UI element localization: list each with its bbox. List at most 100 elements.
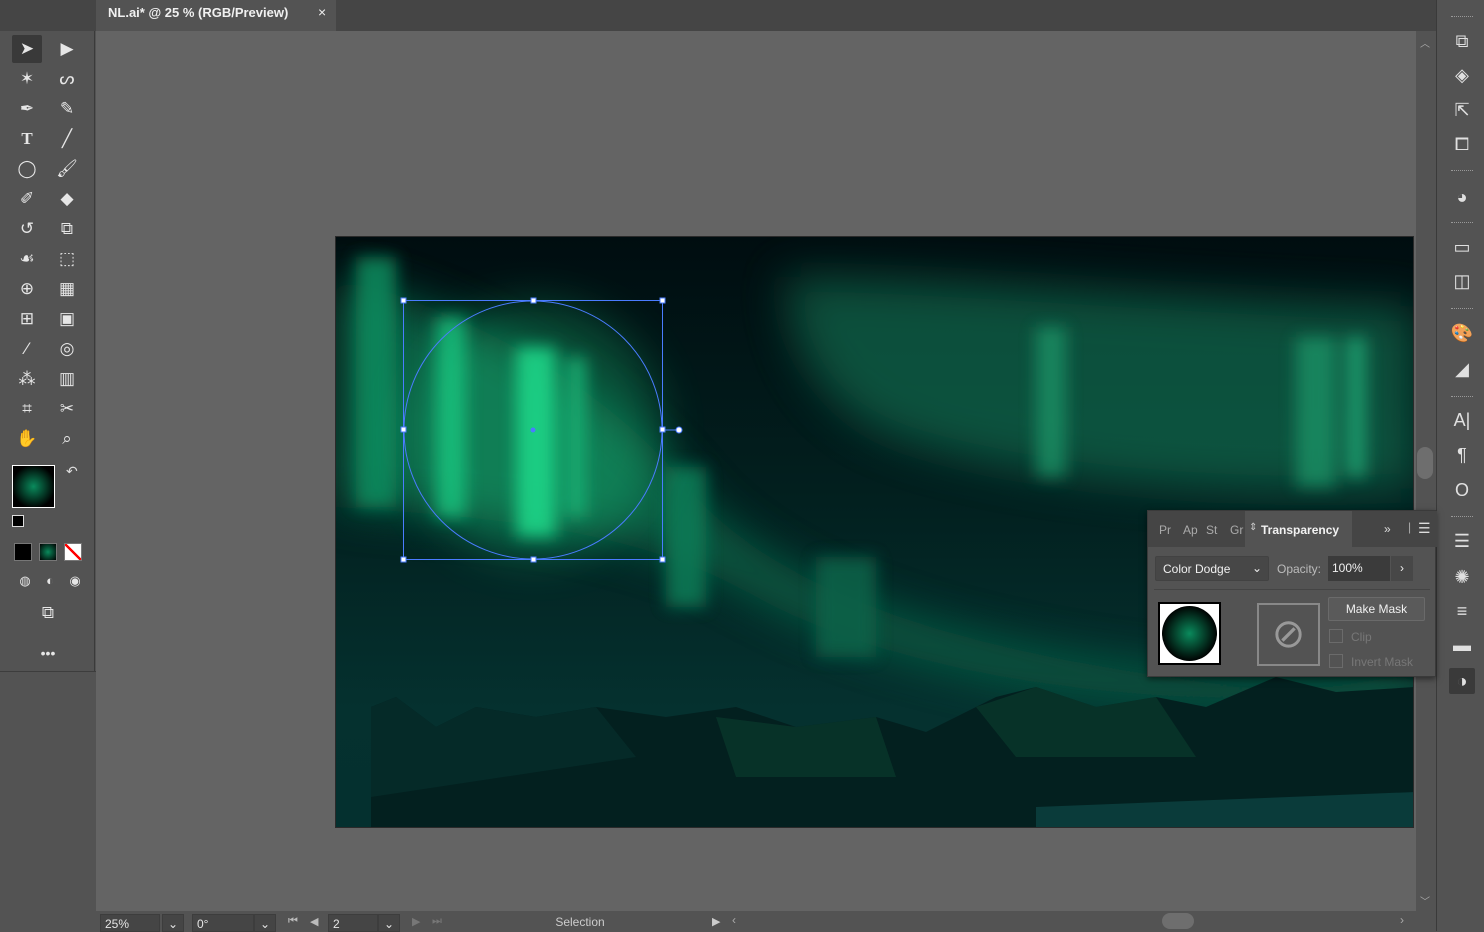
zoom-tool-icon[interactable]: ⌕ — [52, 425, 82, 453]
comments-panel-icon[interactable]: ▭ — [1449, 234, 1475, 260]
line-tool-icon[interactable]: ╱ — [52, 125, 82, 153]
scroll-up-icon[interactable]: ︿ — [1420, 35, 1430, 50]
vertical-scrollbar[interactable]: ︿ ﹀ — [1416, 31, 1435, 911]
slice-tool-icon[interactable]: ✂ — [52, 395, 82, 423]
updown-icon: ⇕ — [1249, 522, 1258, 533]
opacity-value: 100% — [1332, 561, 1363, 575]
paragraph-panel-icon[interactable]: ¶ — [1449, 442, 1475, 468]
gradient-panel-icon[interactable]: ◢ — [1449, 356, 1475, 382]
opacity-input[interactable]: 100% — [1328, 556, 1390, 581]
gradient-tool-icon[interactable]: ▣ — [52, 305, 82, 333]
scale-tool-icon[interactable]: ⧉ — [52, 215, 82, 243]
opentype-panel-icon[interactable]: O — [1449, 477, 1475, 503]
horizontal-scrollbar-thumb[interactable] — [1162, 913, 1194, 929]
scroll-left-icon[interactable]: ‹ — [732, 913, 736, 927]
rotation-dropdown[interactable]: ⌄ — [254, 914, 276, 932]
clip-label: Clip — [1351, 630, 1372, 644]
divider: | — [1408, 520, 1412, 534]
shaper-tool-icon[interactable]: ✐ — [12, 185, 42, 213]
hand-tool-icon[interactable]: ✋ — [12, 425, 42, 453]
none-mode-icon[interactable] — [64, 543, 82, 561]
layers-panel-icon[interactable]: ◈ — [1449, 62, 1475, 88]
stroke-panel-icon[interactable]: ≡ — [1449, 598, 1475, 624]
color-mode-icon[interactable] — [14, 543, 32, 561]
swap-fill-stroke-icon[interactable]: ↶ — [66, 463, 78, 480]
panel-dock: ⧉ ◈ ⇱ ⧠ ◕ ▭ ◫ 🎨 ◢ A| ¶ O ☰ ✺ ≡ ▬ ◑ — [1436, 0, 1484, 931]
make-mask-button[interactable]: Make Mask — [1328, 597, 1425, 621]
eraser-tool-icon[interactable]: ◆ — [52, 185, 82, 213]
blend-mode-value: Color Dodge — [1163, 562, 1231, 576]
ellipse-tool-icon[interactable]: ◯ — [12, 155, 42, 183]
clip-checkbox[interactable] — [1329, 629, 1343, 643]
gradient-swatch-panel-icon[interactable]: ▬ — [1449, 632, 1475, 658]
artboards-panel-icon[interactable]: ⧉ — [1449, 28, 1475, 54]
scrollbar-thumb[interactable] — [1417, 447, 1433, 479]
selection-tool-icon[interactable]: ➤ — [12, 35, 42, 63]
swatches-panel-icon[interactable]: 🎨 — [1449, 320, 1475, 346]
tab-stroke[interactable]: St — [1206, 523, 1217, 537]
direct-selection-tool-icon[interactable]: ▶ — [52, 35, 82, 63]
tab-properties[interactable]: Pr — [1159, 523, 1171, 537]
perspective-grid-tool-icon[interactable]: ▦ — [52, 275, 82, 303]
zoom-dropdown[interactable]: ⌄ — [162, 914, 184, 932]
color-guide-panel-icon[interactable]: ◕ — [1449, 184, 1475, 210]
mesh-tool-icon[interactable]: ⊞ — [12, 305, 42, 333]
lasso-tool-icon[interactable]: ᔕ — [52, 65, 82, 93]
last-artboard-icon[interactable]: ⏭ — [432, 915, 442, 928]
next-artboard-icon[interactable]: ▶ — [412, 915, 420, 928]
fill-swatch[interactable] — [12, 465, 55, 508]
expand-panels-icon[interactable]: » — [1384, 522, 1391, 536]
symbol-sprayer-tool-icon[interactable]: ⁂ — [12, 365, 42, 393]
warp-tool-icon[interactable]: ☙ — [12, 245, 42, 273]
scroll-down-icon[interactable]: ﹀ — [1420, 893, 1430, 908]
paintbrush-tool-icon[interactable]: 🖌 — [52, 155, 82, 183]
tab-appearance[interactable]: Ap — [1183, 523, 1198, 537]
export-panel-icon[interactable]: ⇱ — [1449, 97, 1475, 123]
object-thumbnail[interactable] — [1158, 602, 1221, 665]
opacity-slider-button[interactable]: › — [1391, 556, 1413, 581]
gradient-mode-icon[interactable] — [39, 543, 57, 561]
zoom-value: 25% — [105, 917, 130, 931]
character-panel-icon[interactable]: A| — [1449, 407, 1475, 433]
tab-gradient[interactable]: Gr — [1230, 523, 1243, 537]
free-transform-tool-icon[interactable]: ⬚ — [52, 245, 82, 273]
curvature-tool-icon[interactable]: ✎ — [52, 95, 82, 123]
artboard-dropdown[interactable]: ⌄ — [378, 914, 400, 932]
document-tab[interactable]: NL.ai* @ 25 % (RGB/Preview) — [96, 0, 336, 31]
pen-tool-icon[interactable]: ✒ — [12, 95, 42, 123]
status-menu-icon[interactable]: ▶ — [712, 915, 720, 928]
panel-menu-icon[interactable]: ☰ — [1418, 520, 1431, 537]
scroll-right-icon[interactable]: › — [1400, 913, 1404, 927]
more-tools-icon[interactable]: ••• — [33, 639, 63, 667]
previous-artboard-icon[interactable]: ◀ — [310, 915, 318, 928]
rotate-tool-icon[interactable]: ↺ — [12, 215, 42, 243]
transparency-panel: Pr Ap St Gr Transparency ⇕ » | ☰ Color D… — [1147, 510, 1437, 677]
horizontal-scrollbar[interactable]: ‹ › — [726, 911, 1416, 931]
artboard-tool-icon[interactable]: ⌗ — [12, 395, 42, 423]
screen-mode-icon[interactable]: ⧉ — [33, 599, 63, 627]
appearance-panel-icon[interactable]: ✺ — [1449, 564, 1475, 590]
shape-builder-tool-icon[interactable]: ⊕ — [12, 275, 42, 303]
properties-panel-icon[interactable]: ☰ — [1449, 528, 1475, 554]
invert-mask-checkbox[interactable] — [1329, 654, 1343, 668]
first-artboard-icon[interactable]: ⏮ — [288, 915, 298, 928]
close-tab-button[interactable]: × — [318, 4, 326, 20]
tab-transparency[interactable]: Transparency — [1245, 511, 1352, 547]
transparency-panel-icon[interactable]: ◑ — [1449, 668, 1475, 694]
default-colors-icon[interactable] — [12, 515, 24, 527]
blend-mode-dropdown[interactable]: Color Dodge ⌄ — [1155, 556, 1269, 581]
invert-mask-label: Invert Mask — [1351, 655, 1414, 669]
pathfinder-panel-icon[interactable]: ⧠ — [1449, 131, 1475, 157]
column-graph-tool-icon[interactable]: ▥ — [52, 365, 82, 393]
rotation-field[interactable]: 0° — [192, 914, 254, 932]
type-tool-icon[interactable]: T — [12, 125, 42, 153]
libraries-panel-icon[interactable]: ◫ — [1449, 268, 1475, 294]
artboard-field[interactable]: 2 — [328, 914, 378, 932]
blend-tool-icon[interactable]: ◎ — [52, 335, 82, 363]
zoom-field[interactable]: 25% — [100, 914, 160, 932]
current-tool-status[interactable]: Selection — [456, 915, 704, 929]
draw-inside-icon[interactable]: ◉ — [60, 567, 90, 595]
magic-wand-tool-icon[interactable]: ✶ — [12, 65, 42, 93]
eyedropper-tool-icon[interactable]: ⁄ — [12, 335, 42, 363]
tab-transparency-label: Transparency — [1261, 523, 1340, 537]
